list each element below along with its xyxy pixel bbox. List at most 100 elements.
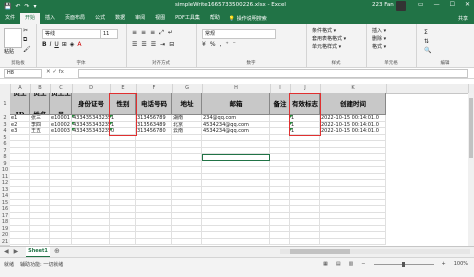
empty-cell[interactable]: [202, 238, 270, 245]
share-button[interactable]: 共享: [458, 15, 468, 22]
tab-view[interactable]: 视图: [150, 13, 170, 24]
column-header-i[interactable]: I: [270, 84, 291, 93]
tab-pdf-tools[interactable]: PDF工具集: [170, 13, 205, 24]
add-sheet-button[interactable]: ⊕: [54, 247, 60, 255]
header-cell-h[interactable]: 邮箱: [202, 93, 270, 115]
formula-controls[interactable]: ✕ ✓ fx: [46, 69, 64, 75]
tell-me-search[interactable]: 💡 操作说明搜索: [229, 15, 267, 22]
minimize-button[interactable]: —: [434, 1, 440, 8]
header-cell-b[interactable]: 员工姓名: [30, 93, 50, 115]
fill-color-icon[interactable]: ◈: [70, 41, 75, 48]
column-header-a[interactable]: A: [10, 84, 31, 93]
format-cells-button[interactable]: 格式 ▾: [372, 43, 386, 51]
column-header-j[interactable]: J: [290, 84, 321, 93]
customize-qat-icon[interactable]: ▾: [34, 3, 37, 10]
empty-cell[interactable]: [320, 238, 386, 245]
tab-home[interactable]: 开始: [20, 13, 41, 24]
font-color-button[interactable]: A: [77, 41, 81, 48]
header-cell-d[interactable]: 身份证号: [72, 93, 110, 115]
tab-insert[interactable]: 插入: [40, 13, 60, 24]
insert-cells-button[interactable]: 插入 ▾: [372, 27, 386, 35]
column-header-b[interactable]: B: [30, 84, 51, 93]
empty-cell[interactable]: [270, 238, 290, 245]
page-layout-view-icon[interactable]: ▤: [336, 261, 341, 267]
indent-icon[interactable]: ⇥: [160, 41, 165, 48]
borders-icon[interactable]: ⊞: [62, 41, 67, 48]
redo-icon[interactable]: ↷: [25, 3, 30, 10]
normal-view-icon[interactable]: ▦: [323, 261, 328, 267]
empty-cell[interactable]: [30, 238, 50, 245]
delete-cells-button[interactable]: 删除 ▾: [372, 35, 386, 43]
sort-filter-icon[interactable]: ⇅: [424, 38, 431, 45]
header-cell-f[interactable]: 电话号码: [136, 93, 172, 115]
header-cell-k[interactable]: 创建时间: [320, 93, 386, 115]
empty-cell[interactable]: [10, 238, 30, 245]
row-header-1[interactable]: 1: [0, 93, 10, 116]
comma-style-icon[interactable]: ,: [220, 41, 222, 48]
header-cell-c[interactable]: 员工工号: [50, 93, 72, 115]
column-header-d[interactable]: D: [72, 84, 111, 93]
number-format-select[interactable]: 常规: [202, 29, 276, 39]
empty-cell[interactable]: [136, 238, 172, 245]
column-header-h[interactable]: H: [202, 84, 271, 93]
accessibility-status[interactable]: 辅助功能: 一切就绪: [20, 261, 63, 268]
merge-center-icon[interactable]: ⊟: [169, 41, 174, 48]
user-name[interactable]: 223 Fan: [372, 2, 394, 8]
column-header-f[interactable]: F: [136, 84, 173, 93]
align-center-icon[interactable]: ☰: [141, 41, 146, 48]
close-button[interactable]: ✕: [465, 1, 470, 8]
percent-icon[interactable]: %: [210, 41, 216, 48]
font-name-select[interactable]: 等线: [42, 29, 101, 39]
bold-button[interactable]: B: [42, 41, 47, 48]
header-cell-g[interactable]: 地址: [172, 93, 202, 115]
horizontal-scroll-thumb[interactable]: [290, 249, 350, 254]
cell-styles-button[interactable]: 单元格样式 ▾: [312, 43, 346, 51]
tab-file[interactable]: 文件: [0, 13, 20, 24]
align-left-icon[interactable]: ☰: [132, 41, 137, 48]
format-painter-icon[interactable]: 🖌: [23, 46, 31, 53]
row-header-21[interactable]: 21: [0, 238, 10, 246]
format-as-table-button[interactable]: 套用表格格式 ▾: [312, 35, 346, 43]
align-top-icon[interactable]: ≡: [132, 29, 137, 37]
horizontal-scrollbar[interactable]: [280, 249, 470, 254]
save-icon[interactable]: 💾: [4, 3, 11, 10]
maximize-button[interactable]: ☐: [450, 1, 455, 8]
formula-input[interactable]: [78, 69, 468, 78]
wrap-text-icon[interactable]: ↵: [168, 29, 173, 37]
copy-icon[interactable]: ⧉: [23, 36, 31, 44]
tab-help[interactable]: 帮助: [205, 13, 225, 24]
tab-page-layout[interactable]: 页面布局: [60, 13, 90, 24]
autosum-icon[interactable]: Σ: [424, 29, 431, 36]
align-right-icon[interactable]: ☰: [151, 41, 156, 48]
italic-button[interactable]: I: [50, 41, 52, 48]
currency-icon[interactable]: ¥: [202, 41, 206, 48]
decrease-decimal-icon[interactable]: ⁻: [233, 41, 236, 48]
align-middle-icon[interactable]: ≡: [141, 29, 146, 37]
prev-sheet-icon[interactable]: ◀: [4, 248, 9, 255]
conditional-formatting-button[interactable]: 条件格式 ▾: [312, 27, 346, 35]
column-header-c[interactable]: C: [50, 84, 73, 93]
cut-icon[interactable]: ✂: [23, 27, 31, 34]
zoom-slider[interactable]: [373, 261, 434, 267]
zoom-slider-knob[interactable]: [401, 261, 405, 267]
paste-button[interactable]: [4, 28, 22, 48]
tab-formulas[interactable]: 公式: [90, 13, 110, 24]
increase-decimal-icon[interactable]: ⁺: [225, 41, 228, 48]
zoom-out-button[interactable]: −: [361, 261, 365, 267]
next-sheet-icon[interactable]: ▶: [14, 248, 19, 255]
align-bottom-icon[interactable]: ≡: [150, 29, 155, 37]
empty-cell[interactable]: [172, 238, 202, 245]
empty-cell[interactable]: [50, 238, 72, 245]
column-header-e[interactable]: E: [110, 84, 137, 93]
name-box[interactable]: H8: [4, 69, 42, 78]
orientation-icon[interactable]: ⤢: [159, 29, 164, 37]
empty-cell[interactable]: [110, 238, 136, 245]
header-cell-a[interactable]: 员工ID: [10, 93, 30, 115]
header-cell-i[interactable]: 备注: [270, 93, 290, 115]
underline-button[interactable]: U: [54, 41, 58, 48]
tab-data[interactable]: 数据: [110, 13, 130, 24]
worksheet-grid[interactable]: 员工ID员工姓名员工工号身份证号性别电话号码地址邮箱备注有效标志创建时间e1张三…: [10, 93, 470, 246]
zoom-in-button[interactable]: +: [442, 261, 446, 267]
vertical-scrollbar[interactable]: [468, 93, 474, 246]
page-break-view-icon[interactable]: ▥: [349, 261, 354, 267]
